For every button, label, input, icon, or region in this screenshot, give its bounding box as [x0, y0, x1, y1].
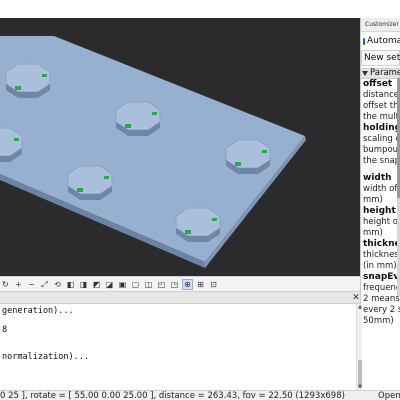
snap-marker [212, 218, 217, 221]
parameter-set-select[interactable]: New set 1 [361, 50, 400, 66]
parameter-description: mm) [363, 195, 383, 205]
view-front-icon[interactable]: ▣ [117, 279, 128, 290]
snap-marker [152, 112, 157, 115]
customizer-panel: Customizer Automat New set 1 Paramet off… [360, 18, 400, 398]
snap-marker [235, 162, 241, 166]
perspective-icon[interactable]: ◰ [156, 279, 167, 290]
parameter-name: thicknes [363, 239, 400, 249]
snap-marker [125, 124, 131, 128]
show-scale-icon[interactable]: ⊞ [195, 279, 206, 290]
snap-marker [104, 176, 109, 179]
console-header: ✕ [0, 291, 360, 304]
view-top-icon[interactable]: ◨ [78, 279, 89, 290]
parameters-label: Paramet [370, 68, 400, 78]
3d-viewport[interactable] [0, 18, 360, 276]
snap-marker [14, 138, 19, 141]
console-line: normalization)... [2, 352, 89, 362]
snap-bump [67, 165, 113, 200]
parameter-description: thickness [363, 250, 400, 260]
snap-marker [42, 74, 47, 77]
console-line: generation)... [2, 306, 74, 316]
parameter-name: height [363, 206, 396, 216]
view-left-icon[interactable]: ◪ [104, 279, 115, 290]
snap-marker [262, 150, 267, 153]
parameter-description: the snap i [363, 156, 400, 166]
parameter-description: (in mm) [363, 261, 397, 271]
parameter-list: offsetdistance (offset thethe multibhold… [361, 79, 400, 327]
console-scrollbar[interactable]: ▲ ▼ [356, 304, 362, 390]
view-right-icon[interactable]: ◧ [65, 279, 76, 290]
snap-marker [185, 230, 191, 234]
console-line: 8 [2, 325, 8, 335]
parameter-description: every 2 sp [363, 305, 400, 315]
viewport-status: 0 25 ], rotate = [ 55.00 0.00 25.00 ], d… [0, 391, 345, 400]
parameter-description: the multib [363, 112, 400, 122]
automatic-label: Automat [367, 36, 400, 46]
zoom-out-icon[interactable]: − [26, 279, 37, 290]
parameter-description: frequency [363, 283, 400, 293]
console-output: generation)... 8 normalization)... [0, 304, 356, 390]
orthogonal-icon[interactable]: ◳ [169, 279, 180, 290]
view-toolbar: ↻ + − ⤢ ⟲ ◧ ◨ ◩ ◪ ▣ ▢ ◫ ◰ ◳ ⊕ ⊞ ⊡ [0, 276, 360, 291]
view-diagonal-icon[interactable]: ◫ [143, 279, 154, 290]
parameter-name: holdingT [363, 123, 400, 133]
app-name-status: OpenS [376, 391, 400, 400]
parameter-description: scaling of [363, 134, 400, 144]
status-bar: 0 25 ], rotate = [ 55.00 0.00 25.00 ], d… [0, 390, 400, 400]
snap-marker [15, 86, 21, 90]
snap-bump [115, 101, 161, 136]
reset-view-icon[interactable]: ⟲ [52, 279, 63, 290]
model-render[interactable] [0, 18, 360, 276]
parameters-group-header[interactable]: Paramet [361, 68, 400, 79]
parameter-description: width of b [363, 184, 400, 194]
parameter-description: height of [363, 217, 400, 227]
snap-bump [175, 207, 221, 242]
parameter-name: snapEver [363, 272, 400, 282]
scroll-up-icon[interactable]: ▲ [357, 304, 363, 310]
collapse-triangle-icon [362, 71, 368, 76]
view-all-icon[interactable]: ⤢ [39, 279, 50, 290]
parameter-name: offset [363, 79, 393, 89]
parameter-description: 2 means 1 [363, 294, 400, 304]
show-axes-icon[interactable]: ⊕ [182, 278, 193, 290]
parameter-description: offset the [363, 101, 400, 111]
checkbox-checked-icon[interactable] [363, 37, 365, 45]
parameter-name: width [363, 173, 392, 183]
show-edges-icon[interactable]: ⊡ [208, 279, 219, 290]
snap-bump [5, 63, 51, 98]
automatic-preview-toggle[interactable]: Automat [361, 34, 400, 48]
parameter-description: 50mm) [363, 316, 394, 326]
parameter-description: distance ( [363, 90, 400, 100]
zoom-in-icon[interactable]: + [13, 279, 24, 290]
rotate-icon[interactable]: ↻ [0, 279, 11, 290]
snap-marker [77, 188, 83, 192]
view-bottom-icon[interactable]: ◩ [91, 279, 102, 290]
parameter-description: bumpout t [363, 145, 400, 155]
app-window: Customizer Automat New set 1 Paramet off… [0, 0, 400, 400]
view-back-icon[interactable]: ▢ [130, 279, 141, 290]
title-strip [0, 0, 400, 18]
snap-bump [225, 139, 271, 174]
customizer-title: Customizer [361, 18, 400, 32]
parameter-description: mm) [363, 228, 383, 238]
